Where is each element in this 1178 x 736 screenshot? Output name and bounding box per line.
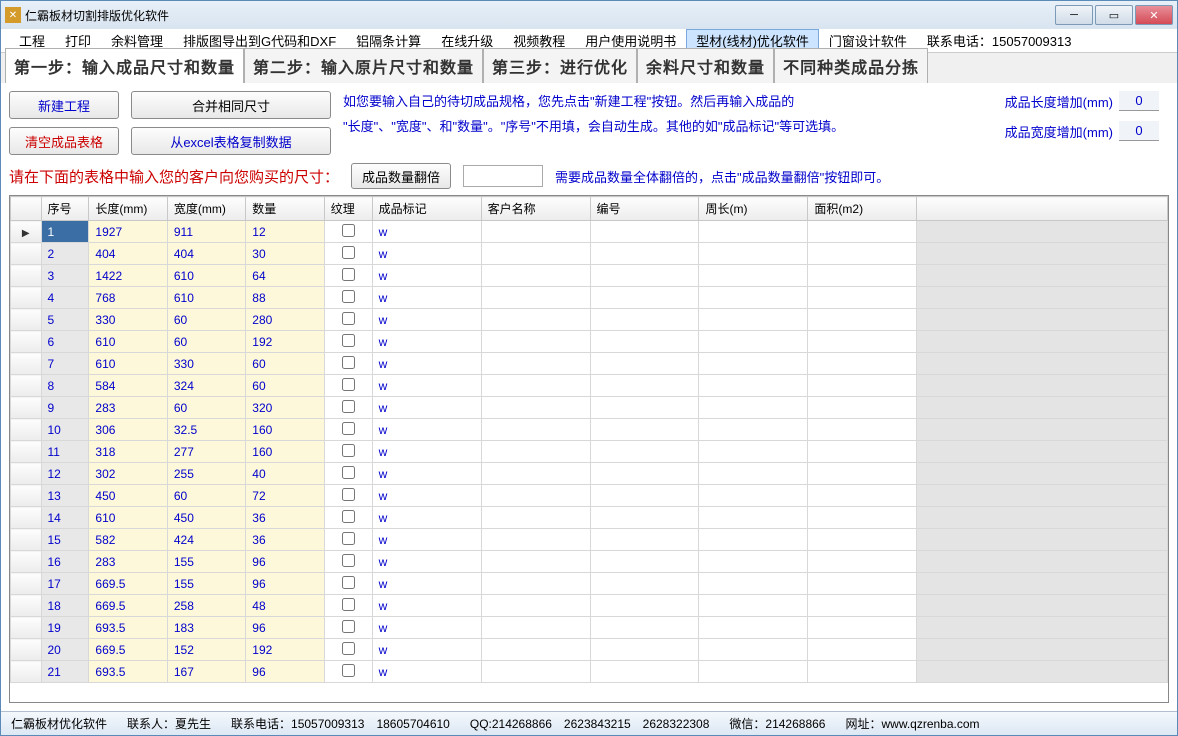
- statusbar: 仁霸板材优化软件 联系人：夏先生 联系电话：15057009313 186057…: [1, 711, 1177, 735]
- info-line-1: 如您要输入自己的待切成品规格，您先点击"新建工程"按钮。然后再输入成品的: [343, 91, 993, 110]
- table-row[interactable]: 1030632.5160w: [11, 419, 1168, 441]
- col-header[interactable]: 周长(m): [699, 197, 808, 221]
- data-grid: 序号长度(mm)宽度(mm)数量纹理成品标记客户名称编号周长(m)面积(m2)▶…: [10, 196, 1168, 683]
- texture-checkbox[interactable]: [342, 620, 355, 633]
- texture-checkbox[interactable]: [342, 664, 355, 677]
- table-row[interactable]: 17669.515596w: [11, 573, 1168, 595]
- table-row[interactable]: 1558242436w: [11, 529, 1168, 551]
- wid-add-input[interactable]: [1119, 121, 1159, 141]
- col-header[interactable]: 面积(m2): [808, 197, 917, 221]
- table-row[interactable]: 1628315596w: [11, 551, 1168, 573]
- status-phone: 联系电话：15057009313 18605704610: [231, 715, 450, 732]
- tab-4[interactable]: 不同种类成品分拣: [774, 48, 928, 83]
- texture-checkbox[interactable]: [342, 290, 355, 303]
- tabstrip: 第一步：输入成品尺寸和数量第二步：输入原片尺寸和数量第三步：进行优化余料尺寸和数…: [1, 53, 1177, 83]
- close-button[interactable]: ✕: [1135, 5, 1173, 25]
- table-row[interactable]: 21693.516796w: [11, 661, 1168, 683]
- table-row[interactable]: 661060192w: [11, 331, 1168, 353]
- wid-add-label: 成品宽度增加(mm): [1005, 122, 1113, 141]
- texture-checkbox[interactable]: [342, 378, 355, 391]
- tab-0[interactable]: 第一步：输入成品尺寸和数量: [5, 48, 244, 83]
- table-row[interactable]: 240440430w: [11, 243, 1168, 265]
- texture-checkbox[interactable]: [342, 642, 355, 655]
- merge-same-button[interactable]: 合并相同尺寸: [131, 91, 331, 119]
- status-qq: QQ:214268866 2623843215 2628322308: [470, 715, 710, 732]
- table-row[interactable]: 11318277160w: [11, 441, 1168, 463]
- texture-checkbox[interactable]: [342, 224, 355, 237]
- qty-multiply-button[interactable]: 成品数量翻倍: [351, 163, 451, 189]
- texture-checkbox[interactable]: [342, 466, 355, 479]
- col-header[interactable]: 长度(mm): [89, 197, 167, 221]
- texture-checkbox[interactable]: [342, 532, 355, 545]
- texture-checkbox[interactable]: [342, 334, 355, 347]
- texture-checkbox[interactable]: [342, 356, 355, 369]
- status-wechat: 微信：214268866: [729, 715, 825, 732]
- tab-3[interactable]: 余料尺寸和数量: [637, 48, 774, 83]
- table-row[interactable]: 134506072w: [11, 485, 1168, 507]
- col-header[interactable]: 宽度(mm): [167, 197, 245, 221]
- clear-table-button[interactable]: 清空成品表格: [9, 127, 119, 155]
- grid-container[interactable]: 序号长度(mm)宽度(mm)数量纹理成品标记客户名称编号周长(m)面积(m2)▶…: [9, 195, 1169, 703]
- table-row[interactable]: 19693.518396w: [11, 617, 1168, 639]
- tab-1[interactable]: 第二步：输入原片尺寸和数量: [244, 48, 483, 83]
- col-header[interactable]: 序号: [41, 197, 89, 221]
- status-url: 网址：www.qzrenba.com: [845, 715, 979, 732]
- titlebar: ✕ 仁霸板材切割排版优化软件 ─ ▭ ✕: [1, 1, 1177, 29]
- instruction-text: 请在下面的表格中输入您的客户向您购买的尺寸：: [9, 166, 339, 187]
- table-row[interactable]: 928360320w: [11, 397, 1168, 419]
- info-line-2: "长度"、"宽度"、和"数量"。"序号"不用填，会自动生成。其他的如"成品标记"…: [343, 116, 993, 135]
- table-row[interactable]: 3142261064w: [11, 265, 1168, 287]
- menu-item-10[interactable]: 联系电话：15057009313: [917, 29, 1082, 52]
- texture-checkbox[interactable]: [342, 510, 355, 523]
- col-header[interactable]: 数量: [246, 197, 324, 221]
- col-header[interactable]: 编号: [590, 197, 699, 221]
- texture-checkbox[interactable]: [342, 444, 355, 457]
- app-icon: ✕: [5, 7, 21, 23]
- col-header[interactable]: 客户名称: [481, 197, 590, 221]
- texture-checkbox[interactable]: [342, 576, 355, 589]
- tab-2[interactable]: 第三步：进行优化: [483, 48, 637, 83]
- texture-checkbox[interactable]: [342, 488, 355, 501]
- table-row[interactable]: 18669.525848w: [11, 595, 1168, 617]
- len-add-label: 成品长度增加(mm): [1005, 92, 1113, 111]
- texture-checkbox[interactable]: [342, 246, 355, 259]
- table-row[interactable]: 533060280w: [11, 309, 1168, 331]
- table-row[interactable]: 1230225540w: [11, 463, 1168, 485]
- texture-checkbox[interactable]: [342, 312, 355, 325]
- col-header[interactable]: 纹理: [324, 197, 372, 221]
- texture-checkbox[interactable]: [342, 554, 355, 567]
- table-row[interactable]: 761033060w: [11, 353, 1168, 375]
- table-row[interactable]: ▶1192791112w: [11, 221, 1168, 243]
- table-row[interactable]: 20669.5152192w: [11, 639, 1168, 661]
- texture-checkbox[interactable]: [342, 598, 355, 611]
- table-row[interactable]: 1461045036w: [11, 507, 1168, 529]
- table-row[interactable]: 858432460w: [11, 375, 1168, 397]
- table-row[interactable]: 476861088w: [11, 287, 1168, 309]
- col-header[interactable]: 成品标记: [372, 197, 481, 221]
- window-title: 仁霸板材切割排版优化软件: [25, 7, 1055, 24]
- texture-checkbox[interactable]: [342, 268, 355, 281]
- status-contact: 联系人：夏先生: [127, 715, 211, 732]
- minimize-button[interactable]: ─: [1055, 5, 1093, 25]
- copy-excel-button[interactable]: 从excel表格复制数据: [131, 127, 331, 155]
- len-add-input[interactable]: [1119, 91, 1159, 111]
- qty-hint: 需要成品数量全体翻倍的，点击"成品数量翻倍"按钮即可。: [555, 167, 889, 186]
- qty-multiply-input[interactable]: [463, 165, 543, 187]
- maximize-button[interactable]: ▭: [1095, 5, 1133, 25]
- new-project-button[interactable]: 新建工程: [9, 91, 119, 119]
- texture-checkbox[interactable]: [342, 422, 355, 435]
- texture-checkbox[interactable]: [342, 400, 355, 413]
- status-product: 仁霸板材优化软件: [11, 715, 107, 732]
